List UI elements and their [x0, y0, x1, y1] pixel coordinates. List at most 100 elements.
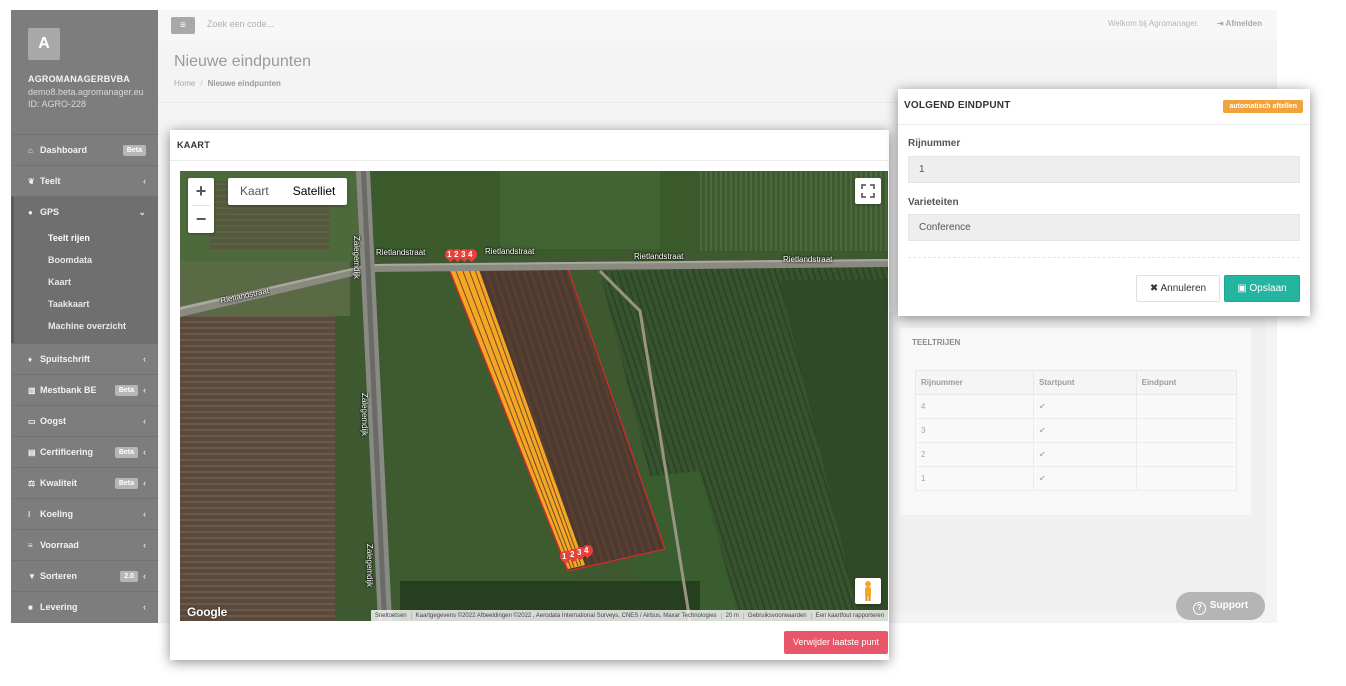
marker-label: 1 — [447, 250, 452, 259]
cancel-label: Annuleren — [1160, 283, 1207, 294]
row-number-field[interactable] — [908, 156, 1300, 183]
endpoint-cell — [1135, 442, 1238, 467]
sidebar-item-label: Certificering — [40, 447, 94, 457]
sidebar-item-oogst[interactable]: ▭ Oogst ‹ — [11, 405, 158, 436]
column-header: Startpunt — [1033, 370, 1137, 395]
column-header: Eindpunt — [1135, 370, 1238, 395]
auto-countdown-badge[interactable]: automatisch aftellen — [1223, 100, 1303, 113]
map-attribution: Sneltoetsen Kaartgegevens ©2022 Afbeeldi… — [370, 610, 888, 621]
sidebar-subitem-kaart[interactable]: Kaart — [14, 271, 158, 293]
sidebar-item-dashboard[interactable]: ⌂ Dashboard Beta — [11, 134, 158, 165]
report-error-link[interactable]: Een kaartfout rapporteren — [812, 613, 888, 619]
column-header: Rijnummer — [915, 370, 1034, 395]
sidebar-item-label: Spuitschrift — [40, 354, 91, 364]
sidebar-item-certificering[interactable]: ▤ Certificering Beta ‹ — [11, 436, 158, 467]
sidebar-subitem-machine-overzicht[interactable]: Machine overzicht — [14, 315, 158, 337]
table-header-row: Rijnummer Startpunt Eindpunt — [915, 370, 1238, 395]
sidebar-item-label: Voorraad — [40, 540, 79, 550]
support-button[interactable]: ? Support — [1176, 592, 1265, 620]
home-icon: ⌂ — [28, 146, 33, 155]
map-scale[interactable]: 20 m — [722, 612, 744, 619]
sidebar: A AGROMANAGERBVBA demo8.beta.agromanager… — [11, 10, 158, 623]
sidebar-item-sorteren[interactable]: ▼ Sorteren 2.0 ‹ — [11, 560, 158, 591]
breadcrumb-separator: / — [200, 79, 203, 88]
keyboard-shortcuts-link[interactable]: Sneltoetsen — [371, 612, 412, 619]
basket-icon: ▭ — [28, 417, 36, 426]
zoom-out-button[interactable]: − — [188, 206, 214, 233]
table-row: 2 ✔ — [915, 442, 1238, 467]
street-label: Zalegemdijk — [365, 543, 375, 588]
row-number: 4 — [915, 394, 1034, 419]
map-modal: KAART Rietlandstraat Rietlandstraat Riet… — [170, 130, 889, 660]
list-icon: ≡ — [28, 541, 33, 550]
sidebar-subitem-taakkaart[interactable]: Taakkaart — [14, 293, 158, 315]
version-badge: 2.0 — [120, 571, 138, 582]
breadcrumb-home[interactable]: Home — [174, 79, 195, 88]
logout-label: Afmelden — [1225, 19, 1262, 28]
sidebar-item-spuitschrift[interactable]: ♦ Spuitschrift ‹ — [11, 343, 158, 374]
street-label: Rietlandstraat — [485, 247, 535, 256]
sidebar-item-voorraad[interactable]: ≡ Voorraad ‹ — [11, 529, 158, 560]
street-label: Zalegemdijk — [360, 392, 370, 437]
map-modal-title: KAART — [177, 140, 210, 150]
sidebar-item-label: Teelt — [40, 176, 61, 186]
save-button[interactable]: ▣ Opslaan — [1224, 275, 1300, 302]
sidebar-item-kwaliteit[interactable]: ⚖ Kwaliteit Beta ‹ — [11, 467, 158, 498]
next-endpoint-modal: VOLGEND EINDPUNT automatisch aftellen Ri… — [898, 89, 1310, 316]
fullscreen-button[interactable] — [855, 178, 881, 204]
endpoint-cell — [1135, 466, 1238, 491]
breadcrumb-current: Nieuwe eindpunten — [207, 79, 281, 88]
floppy-icon: ▣ — [1237, 283, 1250, 294]
chevron-left-icon: ‹ — [143, 354, 146, 364]
sidebar-item-gps[interactable]: ● GPS ⌄ — [11, 196, 158, 227]
sidebar-item-label: Mestbank BE — [40, 385, 97, 395]
check-icon: ✔ — [1033, 418, 1137, 443]
truck-icon: ■ — [28, 603, 33, 612]
sidebar-item-teelt[interactable]: ❦ Teelt ‹ — [11, 165, 158, 196]
delete-last-point-button[interactable]: Verwijder laatste punt — [783, 631, 888, 654]
check-icon: ✔ — [1033, 466, 1137, 491]
chevron-left-icon: ‹ — [143, 385, 146, 395]
map-canvas[interactable]: Rietlandstraat Rietlandstraat Rietlandst… — [180, 171, 888, 621]
search-input[interactable] — [207, 19, 407, 29]
logout-link[interactable]: ⇥ Afmelden — [1217, 19, 1262, 28]
beta-badge: Beta — [114, 447, 138, 458]
sidebar-item-levering[interactable]: ■ Levering ‹ — [11, 591, 158, 622]
street-label: Rietlandstraat — [634, 252, 684, 261]
chevron-left-icon: ‹ — [143, 571, 146, 581]
street-label: Zalegemdijk — [352, 235, 362, 280]
chevron-left-icon: ‹ — [143, 478, 146, 488]
cancel-button[interactable]: ✖ Annuleren — [1136, 275, 1220, 302]
sidebar-item-mestbank[interactable]: ▥ Mestbank BE Beta ‹ — [11, 374, 158, 405]
sidebar-item-label: Sorteren — [40, 571, 78, 581]
sidebar-item-koeling[interactable]: ǀ Koeling ‹ — [11, 498, 158, 529]
zoom-in-button[interactable]: + — [188, 178, 214, 205]
row-number: 1 — [915, 466, 1034, 491]
sidebar-menu: ⌂ Dashboard Beta ❦ Teelt ‹ ● GPS ⌄ Teelt ri… — [11, 134, 158, 622]
terms-link[interactable]: Gebruiksvoorwaarden — [744, 612, 812, 619]
variety-field[interactable] — [908, 214, 1300, 241]
company-email: demo8.beta.agromanager.eu — [28, 87, 144, 97]
chevron-left-icon: ‹ — [143, 540, 146, 550]
next-endpoint-header: VOLGEND EINDPUNT automatisch aftellen — [898, 89, 1310, 125]
chevron-left-icon: ‹ — [143, 416, 146, 426]
zoom-control: + − — [188, 178, 214, 233]
street-view-button[interactable] — [855, 578, 881, 604]
map-type-control: Kaart Satelliet — [228, 178, 348, 205]
map-type-kaart[interactable]: Kaart — [228, 178, 281, 205]
hamburger-icon: ≡ — [180, 20, 186, 31]
sidebar-subitem-teelt-rijen[interactable]: Teelt rijen — [14, 227, 158, 249]
satellite-imagery — [180, 171, 888, 621]
marker-label: 4 — [468, 250, 473, 259]
check-icon: ✔ — [1033, 394, 1137, 419]
logout-icon: ⇥ — [1216, 19, 1226, 28]
sidebar-item-label: Levering — [40, 602, 78, 612]
menu-toggle-button[interactable]: ≡ — [171, 17, 195, 34]
page-title: Nieuwe eindpunten — [174, 53, 311, 70]
sidebar-subitem-boomdata[interactable]: Boomdata — [14, 249, 158, 271]
next-endpoint-title: VOLGEND EINDPUNT — [904, 100, 1011, 111]
row-number-label: Rijnummer — [908, 138, 961, 149]
drop-icon: ♦ — [28, 355, 33, 364]
map-type-satelliet[interactable]: Satelliet — [281, 178, 348, 205]
question-icon: ? — [1192, 602, 1206, 615]
